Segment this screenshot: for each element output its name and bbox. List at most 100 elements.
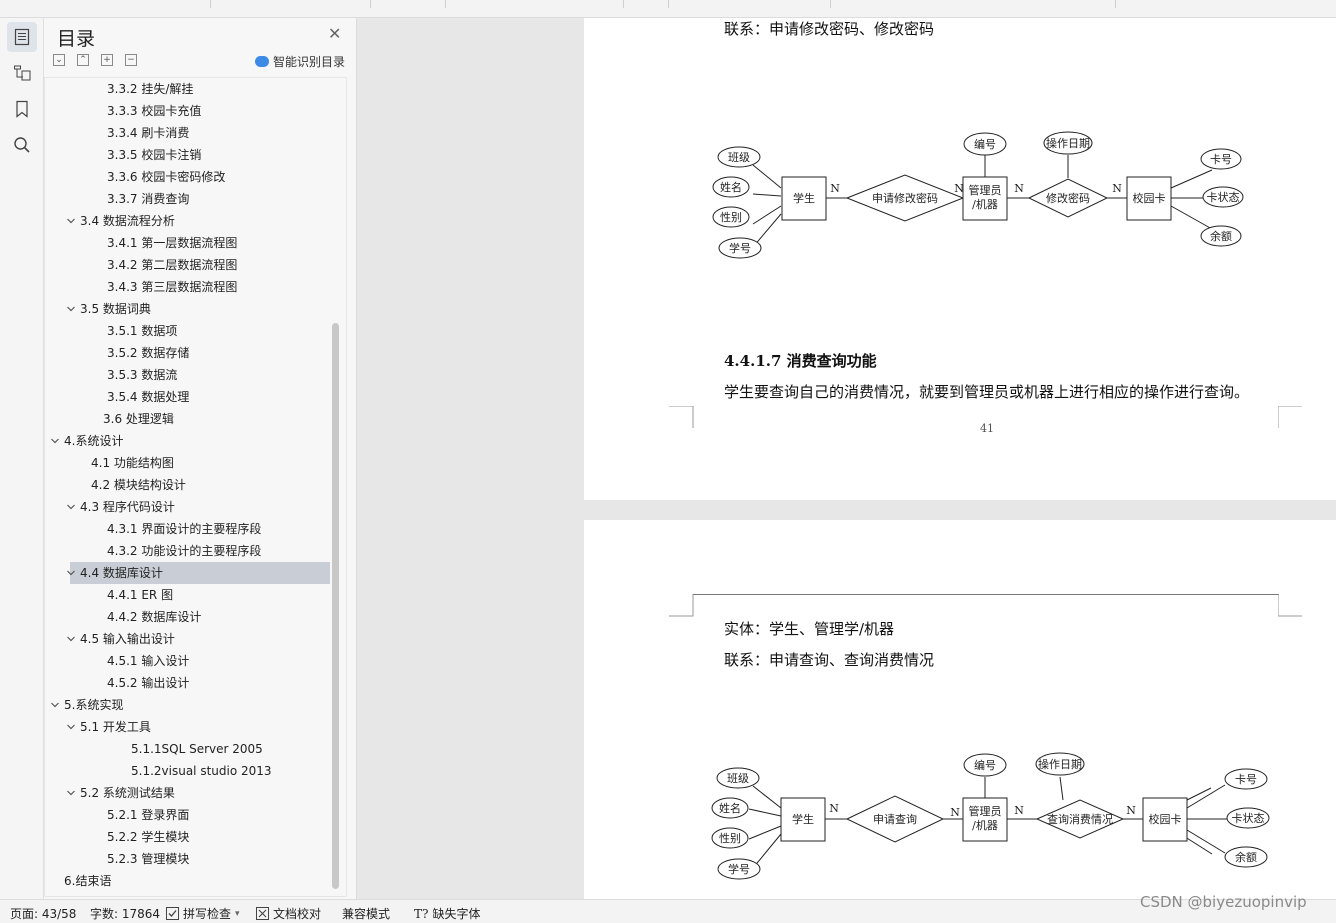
watermark: CSDN @biyezuopinvip xyxy=(1140,893,1307,911)
toc-item[interactable]: 3.6 处理逻辑 xyxy=(45,408,345,430)
toc-item[interactable]: 6.结束语 xyxy=(45,870,345,892)
toc-item-label: 4.4.1 ER 图 xyxy=(107,588,174,602)
toc-item[interactable]: 3.5.4 数据处理 xyxy=(45,386,345,408)
toc-item-label: 4.系统设计 xyxy=(64,434,124,448)
search-icon[interactable] xyxy=(7,130,37,160)
toc-item-label: 3.4.2 第二层数据流程图 xyxy=(107,258,238,272)
toc-item[interactable]: 3.3.5 校园卡注销 xyxy=(45,144,345,166)
toc-item-label: 4.4.2 数据库设计 xyxy=(107,610,202,624)
toc-item[interactable]: 3.5 数据词典 xyxy=(45,298,345,320)
toc-item-label: 4.3 程序代码设计 xyxy=(80,500,175,514)
er2-card-n1: N xyxy=(829,802,839,815)
er2-card-n2: N xyxy=(950,806,960,819)
er2-rel-query: 查询消费情况 xyxy=(1047,812,1113,826)
smart-toc-label: 智能识别目录 xyxy=(273,55,346,69)
toc-item[interactable]: 3.3.6 校园卡密码修改 xyxy=(45,166,345,188)
font-icon: T? xyxy=(414,906,429,921)
chevron-down-icon[interactable] xyxy=(66,216,76,226)
toc-item[interactable]: 3.5.2 数据存储 xyxy=(45,342,345,364)
toc-item[interactable]: 5.1.1SQL Server 2005 xyxy=(45,738,345,760)
toc-item[interactable]: 4.3.1 界面设计的主要程序段 xyxy=(45,518,345,540)
chevron-down-icon[interactable] xyxy=(66,304,76,314)
toc-item[interactable]: 3.5.3 数据流 xyxy=(45,364,345,386)
toc-panel-icon[interactable] xyxy=(7,22,37,52)
er1-rel-apply: 申请修改密码 xyxy=(872,191,938,205)
toc-item[interactable]: 4.4 数据库设计 xyxy=(67,562,330,584)
chevron-down-icon[interactable] xyxy=(66,568,76,578)
toc-item[interactable]: 3.4.1 第一层数据流程图 xyxy=(45,232,345,254)
toc-item-label: 5.1.1SQL Server 2005 xyxy=(131,742,263,756)
missing-font-button[interactable]: T? 缺失字体 xyxy=(414,905,480,922)
ribbon-divider xyxy=(210,0,211,8)
app-window: 目录 ✕ ⌄ ⌃ + − 智能识别目录 3.3.2 挂失/解挂 3.3.3 校园卡… xyxy=(0,0,1336,923)
ribbon-divider xyxy=(668,0,669,8)
toc-item[interactable]: 3.3.4 刷卡消费 xyxy=(45,122,345,144)
toc-item-label: 4.1 功能结构图 xyxy=(91,456,174,470)
toc-item[interactable]: 3.3.7 消费查询 xyxy=(45,188,345,210)
chevron-down-icon[interactable] xyxy=(66,502,76,512)
chevron-down-icon[interactable] xyxy=(66,722,76,732)
toc-item[interactable]: 4.4.1 ER 图 xyxy=(45,584,345,606)
toc-item[interactable]: 5.2.1 登录界面 xyxy=(45,804,345,826)
proofread-label: 文档校对 xyxy=(273,907,322,921)
toc-item-label: 4.2 模块结构设计 xyxy=(91,478,186,492)
close-icon[interactable]: ✕ xyxy=(328,26,341,42)
page-margin-marks xyxy=(669,406,694,428)
toc-item[interactable]: 4.4.2 数据库设计 xyxy=(45,606,345,628)
chevron-down-icon[interactable] xyxy=(50,436,60,446)
toc-item[interactable]: 5.1 开发工具 xyxy=(45,716,345,738)
toc-item[interactable]: 4.5 输入输出设计 xyxy=(45,628,345,650)
proofread-button[interactable]: 文档校对 xyxy=(256,905,321,922)
chevron-down-icon[interactable] xyxy=(66,788,76,798)
toc-item[interactable]: 5.2.2 学生模块 xyxy=(45,826,345,848)
er-diagram-2: 班级 姓名 性别 学号 学生 申请查询 管理员 /机器 编号 查询消费情况 操作… xyxy=(711,752,1270,880)
smart-toc-button[interactable]: 智能识别目录 xyxy=(255,53,345,70)
toc-item[interactable]: 4.5.1 输入设计 xyxy=(45,650,345,672)
chevron-down-icon[interactable] xyxy=(66,634,76,644)
toc-item[interactable]: 5.1.2visual studio 2013 xyxy=(45,760,345,782)
toc-item[interactable]: 4.5.2 输出设计 xyxy=(45,672,345,694)
toc-item-label: 3.4.1 第一层数据流程图 xyxy=(107,236,238,250)
status-bar: 页面: 43/58 字数: 17864 拼写检查 ▾ 文档校对 兼容模式 T? … xyxy=(0,899,1336,923)
compat-mode-label[interactable]: 兼容模式 xyxy=(342,905,390,922)
chevron-down-icon[interactable] xyxy=(50,700,60,710)
toc-item[interactable]: 5.2 系统测试结果 xyxy=(45,782,345,804)
collapse-all-icon[interactable]: ⌄ xyxy=(53,54,65,66)
spell-check-button[interactable]: 拼写检查 ▾ xyxy=(166,905,240,922)
toc-item[interactable]: 3.4.2 第二层数据流程图 xyxy=(45,254,345,276)
toc-item-label: 3.6 处理逻辑 xyxy=(103,412,174,426)
er1-card-attr-no: 卡号 xyxy=(1210,153,1232,166)
plus-icon[interactable]: + xyxy=(101,54,113,66)
toc-item[interactable]: 4.3.2 功能设计的主要程序段 xyxy=(45,540,345,562)
bookmark-icon[interactable] xyxy=(7,94,37,124)
ribbon-divider xyxy=(445,0,446,8)
expand-up-icon[interactable]: ⌃ xyxy=(77,54,89,66)
er1-attr-gender: 性别 xyxy=(720,210,742,224)
relation-text: 联系：申请查询、查询消费情况 xyxy=(724,651,935,669)
er2-card-attr-no: 卡号 xyxy=(1235,773,1257,786)
toc-item[interactable]: 4.3 程序代码设计 xyxy=(45,496,345,518)
toc-item-label: 5.2.3 管理模块 xyxy=(107,852,190,866)
word-count[interactable]: 字数: 17864 xyxy=(90,905,160,922)
spell-check-icon xyxy=(166,907,179,920)
toc-item[interactable]: 4.2 模块结构设计 xyxy=(45,474,345,496)
toc-item[interactable]: 3.4 数据流程分析 xyxy=(45,210,345,232)
er1-rel-attr: 操作日期 xyxy=(1046,136,1090,150)
toc-item[interactable]: 3.3.3 校园卡充值 xyxy=(45,100,345,122)
outline-tree-icon[interactable] xyxy=(7,58,37,88)
toc-item[interactable]: 4.系统设计 xyxy=(45,430,345,452)
toc-item[interactable]: 5.2.3 管理模块 xyxy=(45,848,345,870)
toc-item[interactable]: 3.5.1 数据项 xyxy=(45,320,345,342)
page-margin-marks-right xyxy=(1278,406,1302,428)
toc-item-label: 3.4.3 第三层数据流程图 xyxy=(107,280,238,294)
minus-icon[interactable]: − xyxy=(125,54,137,66)
page-indicator[interactable]: 页面: 43/58 xyxy=(10,905,76,922)
entity-text: 实体：学生、管理学/机器 xyxy=(724,620,895,638)
smart-recognize-icon xyxy=(255,56,269,67)
toc-item[interactable]: 4.1 功能结构图 xyxy=(45,452,345,474)
er2-entity-admin-l1: 管理员 xyxy=(969,804,1002,818)
er1-card-attr-balance: 余额 xyxy=(1210,229,1232,243)
toc-item[interactable]: 3.3.2 挂失/解挂 xyxy=(45,78,345,100)
toc-item[interactable]: 3.4.3 第三层数据流程图 xyxy=(45,276,345,298)
toc-item[interactable]: 5.系统实现 xyxy=(45,694,345,716)
